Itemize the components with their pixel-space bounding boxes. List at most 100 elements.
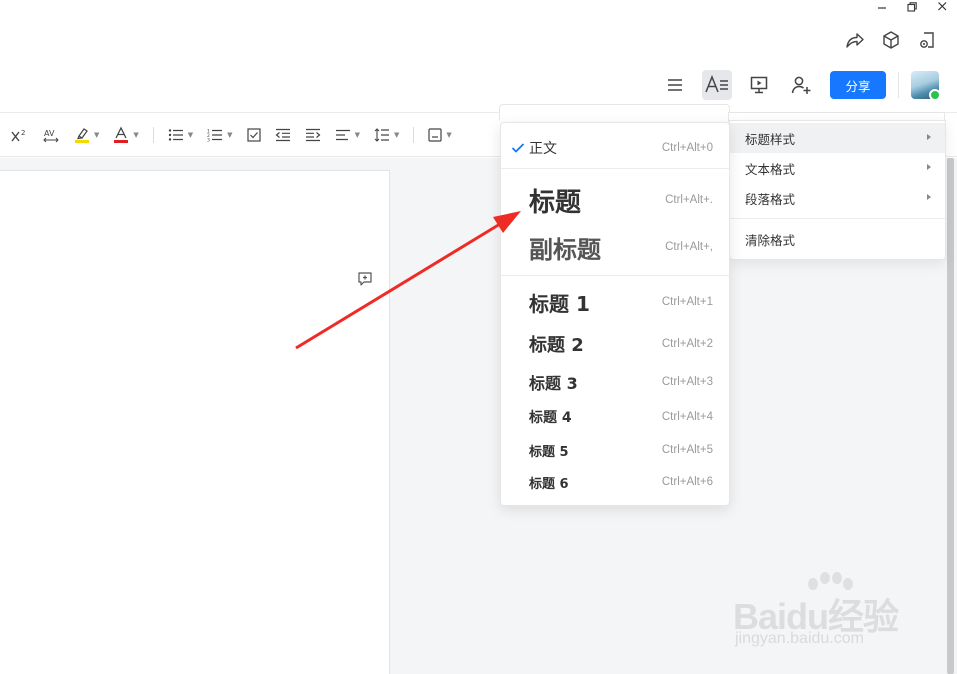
superscript-icon: 2 <box>11 129 25 141</box>
top-actions <box>843 28 939 52</box>
style-label: 标题 2 <box>529 335 584 356</box>
menu-item-paragraph-format[interactable]: 段落格式 <box>730 183 945 213</box>
char-spacing-icon: AV <box>43 129 59 142</box>
style-item-heading-4[interactable]: 标题 4 Ctrl+Alt+4 <box>501 405 729 429</box>
menu-item-label: 清除格式 <box>745 232 796 248</box>
add-user-icon <box>791 76 811 94</box>
close-button[interactable] <box>927 0 957 14</box>
align-button[interactable]: ▼ <box>335 123 360 147</box>
toolbar-separator <box>152 126 154 143</box>
menu-item-heading-style[interactable]: 标题样式 <box>730 123 945 153</box>
submenu-arrow-icon <box>927 194 931 200</box>
style-label: 副标题 <box>529 235 601 264</box>
caret-down-icon: ▼ <box>94 130 100 139</box>
add-collaborator-button[interactable] <box>786 70 816 100</box>
submenu-arrow-icon <box>927 164 931 170</box>
style-item-heading-3[interactable]: 标题 3 Ctrl+Alt+3 <box>501 368 729 396</box>
character-spacing-button[interactable]: AV <box>42 123 60 147</box>
toolbar-separator <box>413 126 415 143</box>
indent-button[interactable] <box>305 123 321 147</box>
menu-divider <box>501 168 729 169</box>
present-button[interactable] <box>744 70 774 100</box>
vertical-scrollbar[interactable] <box>947 158 954 674</box>
style-shortcut: Ctrl+Alt+2 <box>661 338 713 350</box>
header-toolbar: 分享 <box>648 70 939 100</box>
insert-block-button[interactable]: ▼ <box>428 123 452 147</box>
menu-item-label: 段落格式 <box>745 191 796 207</box>
block-icon <box>428 127 442 142</box>
submenu-arrow-icon <box>927 134 931 140</box>
style-shortcut: Ctrl+Alt+0 <box>661 142 713 154</box>
caret-down-icon: ▼ <box>446 130 452 139</box>
heading-style-menu: 正文 Ctrl+Alt+0 标题 Ctrl+Alt+. 副标题 Ctrl+Alt… <box>500 122 730 506</box>
style-shortcut: Ctrl+Alt+6 <box>661 476 713 488</box>
partial-toolbar-button[interactable] <box>0 123 2 147</box>
presentation-icon <box>750 76 768 94</box>
task-list-button[interactable] <box>246 123 261 147</box>
bullet-list-button[interactable]: ▼ <box>168 123 193 147</box>
window-controls <box>867 0 957 14</box>
check-icon <box>511 143 525 153</box>
export-button[interactable] <box>915 28 939 52</box>
numbered-list-button[interactable]: 123 ▼ <box>207 123 232 147</box>
close-icon <box>938 2 947 11</box>
forward-share-button[interactable] <box>843 28 867 52</box>
svg-text:3: 3 <box>207 137 210 142</box>
package-button[interactable] <box>879 28 903 52</box>
numbered-list-icon: 123 <box>207 128 223 142</box>
style-shortcut: Ctrl+Alt+3 <box>661 376 713 388</box>
restore-icon <box>907 2 917 12</box>
outdent-icon <box>275 128 290 141</box>
style-shortcut: Ctrl+Alt+4 <box>661 411 713 423</box>
style-item-subtitle[interactable]: 副标题 Ctrl+Alt+, <box>501 227 729 267</box>
header-divider <box>898 72 899 98</box>
font-color-icon <box>114 126 129 143</box>
bullet-list-icon <box>168 128 183 141</box>
wechat-badge-icon <box>929 89 939 99</box>
format-style-button[interactable] <box>702 70 732 100</box>
caret-down-icon: ▼ <box>227 130 233 139</box>
highlight-button[interactable]: ▼ <box>74 123 99 147</box>
menu-lines-icon <box>668 79 682 91</box>
minimize-icon <box>878 7 886 9</box>
document-export-icon <box>920 32 934 48</box>
style-label: 正文 <box>529 141 557 157</box>
superscript-button[interactable]: 2 <box>10 123 28 147</box>
svg-text:AV: AV <box>44 129 55 138</box>
minimize-button[interactable] <box>867 0 897 14</box>
style-shortcut: Ctrl+Alt+, <box>665 241 713 253</box>
style-label: 标题 6 <box>529 476 569 492</box>
menu-item-clear-format[interactable]: 清除格式 <box>730 224 945 254</box>
outline-button[interactable] <box>660 70 690 100</box>
menu-header-stub <box>499 104 730 120</box>
style-shortcut: Ctrl+Alt+. <box>665 194 713 206</box>
menu-divider <box>501 275 729 276</box>
style-item-heading-5[interactable]: 标题 5 Ctrl+Alt+5 <box>501 438 729 462</box>
checkbox-icon <box>246 127 261 142</box>
style-item-heading-2[interactable]: 标题 2 Ctrl+Alt+2 <box>501 329 729 359</box>
style-shortcut: Ctrl+Alt+5 <box>661 444 713 456</box>
menu-item-text-format[interactable]: 文本格式 <box>730 153 945 183</box>
add-comment-button[interactable] <box>357 271 373 287</box>
font-color-button[interactable]: ▼ <box>113 123 139 147</box>
line-spacing-icon <box>374 127 389 142</box>
menu-item-label: 文本格式 <box>745 161 796 177</box>
caret-down-icon: ▼ <box>133 130 139 139</box>
comment-add-icon <box>358 272 372 286</box>
style-item-body[interactable]: 正文 Ctrl+Alt+0 <box>501 135 729 161</box>
style-item-title[interactable]: 标题 Ctrl+Alt+. <box>501 179 729 221</box>
share-button[interactable]: 分享 <box>830 71 886 99</box>
forward-arrow-icon <box>846 33 864 48</box>
style-item-heading-6[interactable]: 标题 6 Ctrl+Alt+6 <box>501 470 729 494</box>
caret-down-icon: ▼ <box>187 130 194 139</box>
line-spacing-button[interactable]: ▼ <box>374 123 399 147</box>
outdent-button[interactable] <box>275 123 291 147</box>
avatar[interactable] <box>911 71 939 99</box>
restore-button[interactable] <box>897 0 927 14</box>
more-icon <box>0 130 2 140</box>
caret-down-icon: ▼ <box>393 130 400 139</box>
format-menu: 标题样式 文本格式 段落格式 清除格式 <box>729 120 946 260</box>
style-label: 标题 <box>529 187 582 218</box>
style-item-heading-1[interactable]: 标题 1 Ctrl+Alt+1 <box>501 285 729 319</box>
document-page[interactable] <box>0 170 390 674</box>
